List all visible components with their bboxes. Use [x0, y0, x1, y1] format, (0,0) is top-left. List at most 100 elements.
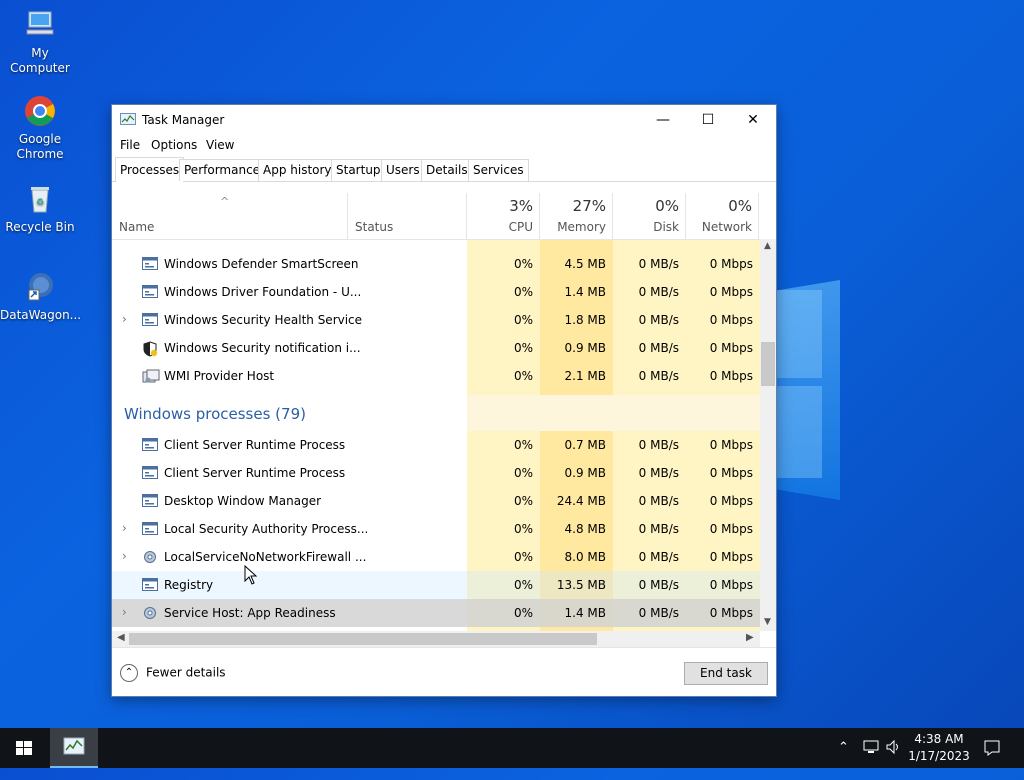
- process-mem: 4.5 MB: [564, 257, 606, 271]
- fewer-details-button[interactable]: ⌃ Fewer details: [120, 664, 226, 682]
- expand-chevron-icon[interactable]: ›: [122, 312, 127, 326]
- process-name: Windows Defender SmartScreen: [164, 257, 359, 271]
- process-net: 0 Mbps: [709, 494, 753, 508]
- expand-chevron-icon[interactable]: ›: [122, 605, 127, 619]
- process-mem: 1.4 MB: [564, 285, 606, 299]
- app-window-icon: [142, 494, 158, 508]
- memory-total: 27%: [572, 197, 606, 215]
- process-cpu: 0%: [513, 550, 533, 564]
- maximize-button[interactable]: ☐: [685, 105, 731, 135]
- process-cpu: 0%: [513, 606, 533, 620]
- process-row[interactable]: Windows Security notification i... 0% 0.9 …: [112, 334, 760, 362]
- process-name: WMI Provider Host: [164, 369, 275, 383]
- minimize-button[interactable]: —: [640, 105, 686, 135]
- column-memory[interactable]: 27% Memory: [540, 193, 613, 239]
- column-status-label: Status: [355, 220, 394, 234]
- tab-startup[interactable]: Startup: [331, 159, 386, 181]
- desktop-icon-label: DataWagon...: [0, 308, 82, 322]
- vertical-scrollbar[interactable]: ▲ ▼: [760, 239, 776, 631]
- process-row[interactable]: › LocalServiceNoNetworkFirewall ... 0% 8.0 …: [112, 543, 760, 571]
- process-row[interactable]: Registry 0% 13.5 MB 0 MB/s 0 Mbps: [112, 571, 760, 599]
- process-mem: 0.7 MB: [564, 438, 606, 452]
- desktop-icon-chrome[interactable]: Google Chrome: [0, 94, 80, 162]
- scroll-right-icon[interactable]: ▶: [746, 632, 754, 643]
- column-cpu-label: CPU: [508, 220, 533, 234]
- process-row[interactable]: Desktop Window Manager 0% 24.4 MB 0 MB/s 0 M…: [112, 487, 760, 515]
- start-button[interactable]: [0, 728, 48, 768]
- window-title: Task Manager: [142, 113, 225, 127]
- clock[interactable]: 4:38 AM 1/17/2023: [900, 731, 978, 765]
- close-button[interactable]: ✕: [730, 105, 776, 135]
- desktop-icon-datawagon[interactable]: DataWagon...: [0, 270, 82, 323]
- taskbar: ⌃ 4:38 AM 1/17/2023: [0, 728, 1024, 768]
- process-row[interactable]: Windows Driver Foundation - U... 0% 1.4 MB…: [112, 278, 760, 306]
- process-row[interactable]: Client Server Runtime Process 0% 0.9 MB 0 M…: [112, 459, 760, 487]
- grid-body: Windows processes (79) Windows Defender …: [112, 240, 760, 631]
- process-row[interactable]: › Local Security Authority Process... 0% 4.…: [112, 515, 760, 543]
- process-row[interactable]: Windows Defender SmartScreen 0% 4.5 MB 0 MB…: [112, 250, 760, 278]
- column-name[interactable]: ^ Name: [112, 193, 348, 239]
- expand-chevron-icon[interactable]: ›: [122, 521, 127, 535]
- expand-chevron-icon[interactable]: ›: [122, 549, 127, 563]
- column-disk-label: Disk: [653, 220, 679, 234]
- column-status[interactable]: Status: [348, 193, 467, 239]
- tab-app-history[interactable]: App history: [258, 159, 337, 181]
- desktop-icon-recycle-bin[interactable]: ♻ Recycle Bin: [0, 182, 80, 235]
- end-task-button[interactable]: End task: [684, 662, 768, 685]
- desktop-icon-label: Google Chrome: [16, 132, 64, 161]
- group-row: Windows processes (79): [112, 395, 760, 431]
- scroll-left-icon[interactable]: ◀: [117, 632, 125, 643]
- process-row[interactable]: WMI Provider Host 0% 2.1 MB 0 MB/s 0 Mbps: [112, 362, 760, 390]
- horizontal-scrollbar[interactable]: ◀ ▶: [112, 631, 760, 647]
- process-mem: 8.0 MB: [564, 550, 606, 564]
- process-mem: 4.8 MB: [564, 522, 606, 536]
- tab-processes[interactable]: Processes: [115, 157, 185, 182]
- vertical-scroll-thumb[interactable]: [761, 342, 775, 386]
- scroll-up-icon[interactable]: ▲: [764, 241, 771, 251]
- tab-performance[interactable]: Performance: [179, 159, 266, 181]
- column-cpu[interactable]: 3% CPU: [467, 193, 540, 239]
- windows-logo-icon: [16, 741, 32, 755]
- title-bar[interactable]: Task Manager — ☐ ✕: [112, 105, 776, 135]
- recycle-bin-icon: ♻: [23, 182, 57, 216]
- process-cpu: 0%: [513, 341, 533, 355]
- shield-icon: [142, 341, 158, 357]
- process-name: Windows Security notification i...: [164, 341, 361, 355]
- process-disk: 0 MB/s: [638, 606, 679, 620]
- taskbar-task-manager-button[interactable]: [50, 728, 98, 768]
- tab-strip: Processes Performance App history Startu…: [112, 157, 776, 182]
- process-mem: 1.8 MB: [564, 313, 606, 327]
- horizontal-scroll-thumb[interactable]: [129, 633, 597, 645]
- process-name: LocalServiceNoNetworkFirewall ...: [164, 550, 367, 564]
- scroll-down-icon[interactable]: ▼: [764, 617, 771, 627]
- menu-options[interactable]: Options: [151, 138, 197, 152]
- process-disk: 0 MB/s: [638, 285, 679, 299]
- mouse-cursor-icon: [244, 564, 258, 588]
- gear-icon: [142, 550, 158, 564]
- column-disk[interactable]: 0% Disk: [613, 193, 686, 239]
- computer-icon: [23, 8, 57, 42]
- process-row[interactable]: › Windows Security Health Service 0% 1.8 MB…: [112, 306, 760, 334]
- process-net: 0 Mbps: [709, 257, 753, 271]
- process-name: Windows Security Health Service: [164, 313, 363, 327]
- process-cpu: 0%: [513, 369, 533, 383]
- tab-users[interactable]: Users: [381, 159, 425, 181]
- svg-text:♻: ♻: [36, 198, 44, 208]
- task-manager-window: Task Manager — ☐ ✕ File Options View Pro…: [111, 104, 777, 697]
- app-window-icon: [142, 466, 158, 480]
- desktop-icon-my-computer[interactable]: My Computer: [0, 8, 80, 76]
- process-row[interactable]: Client Server Runtime Process 0% 0.7 MB 0 M…: [112, 431, 760, 459]
- group-header-windows-processes[interactable]: Windows processes (79): [124, 405, 306, 423]
- datawagon-icon: [23, 270, 57, 304]
- process-row[interactable]: › Service Host: App Readiness 0% 1.4 MB 0 MB…: [112, 599, 760, 627]
- process-cpu: 0%: [513, 313, 533, 327]
- notification-center-icon[interactable]: [982, 738, 1002, 778]
- network-icon[interactable]: [862, 738, 880, 778]
- process-cpu: 0%: [513, 522, 533, 536]
- column-network[interactable]: 0% Network: [686, 193, 759, 239]
- menu-view[interactable]: View: [206, 138, 234, 152]
- tab-services[interactable]: Services: [468, 159, 529, 181]
- show-hidden-icons-icon[interactable]: ⌃: [838, 740, 849, 780]
- menu-file[interactable]: File: [120, 138, 140, 152]
- tab-details[interactable]: Details: [421, 159, 473, 181]
